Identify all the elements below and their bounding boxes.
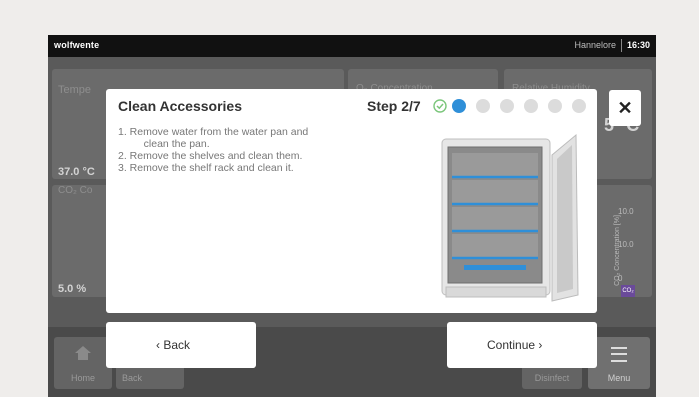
home-button[interactable]: Home	[54, 337, 112, 389]
step-2-dot	[452, 99, 466, 113]
step-4-dot	[500, 99, 514, 113]
instruction-item: clean the pan.	[132, 138, 210, 150]
status-bar: wolfwente Hannelore 16:30	[48, 35, 656, 57]
disinfect-label: Disinfect	[534, 373, 570, 383]
temperature-label: Tempe	[58, 84, 92, 96]
axis-label: CO₂ Concentration [%]	[613, 215, 621, 286]
dialog-title: Clean Accessories	[118, 98, 242, 114]
home-icon	[75, 346, 91, 360]
instruction-item: 3. Remove the shelf rack and clean it.	[118, 162, 294, 174]
back-nav-label: Back	[122, 373, 143, 383]
instruction-item: 2. Remove the shelves and clean them.	[118, 150, 303, 162]
close-button[interactable]: ✕	[609, 90, 641, 126]
co2-label: CO₂ Co	[58, 185, 93, 196]
back-button[interactable]: ‹ Back	[106, 322, 256, 368]
close-icon: ✕	[617, 98, 633, 118]
user-name[interactable]: Hannelore	[574, 40, 616, 50]
instruction-item: 1. Remove water from the water pan and	[118, 126, 309, 138]
incubator-illustration	[441, 133, 579, 302]
step-7-dot	[572, 99, 586, 113]
co2-value: 5.0 %	[58, 283, 87, 295]
clean-accessories-dialog: Clean Accessories Step 2/7 1. Remove wat…	[106, 89, 597, 313]
divider	[621, 39, 622, 52]
step-3-dot	[476, 99, 490, 113]
step-1-done-icon	[433, 99, 447, 113]
co2-badge: CO₂	[621, 285, 635, 297]
clock: 16:30	[626, 40, 650, 50]
menu-button[interactable]: Menu	[588, 337, 650, 389]
step-5-dot	[524, 99, 538, 113]
instruction-list: 1. Remove water from the water pan and c…	[118, 126, 368, 174]
continue-button[interactable]: Continue ›	[447, 322, 597, 368]
step-counter: Step 2/7	[367, 98, 421, 114]
continue-button-label: Continue ›	[487, 338, 543, 352]
back-button-label: ‹ Back	[156, 338, 191, 352]
home-label: Home	[70, 373, 95, 383]
menu-icon	[611, 347, 627, 362]
temperature-value: 37.0 °C	[58, 166, 95, 178]
menu-label: Menu	[607, 373, 631, 383]
step-6-dot	[548, 99, 562, 113]
brand-logo: wolfwente	[54, 40, 100, 50]
